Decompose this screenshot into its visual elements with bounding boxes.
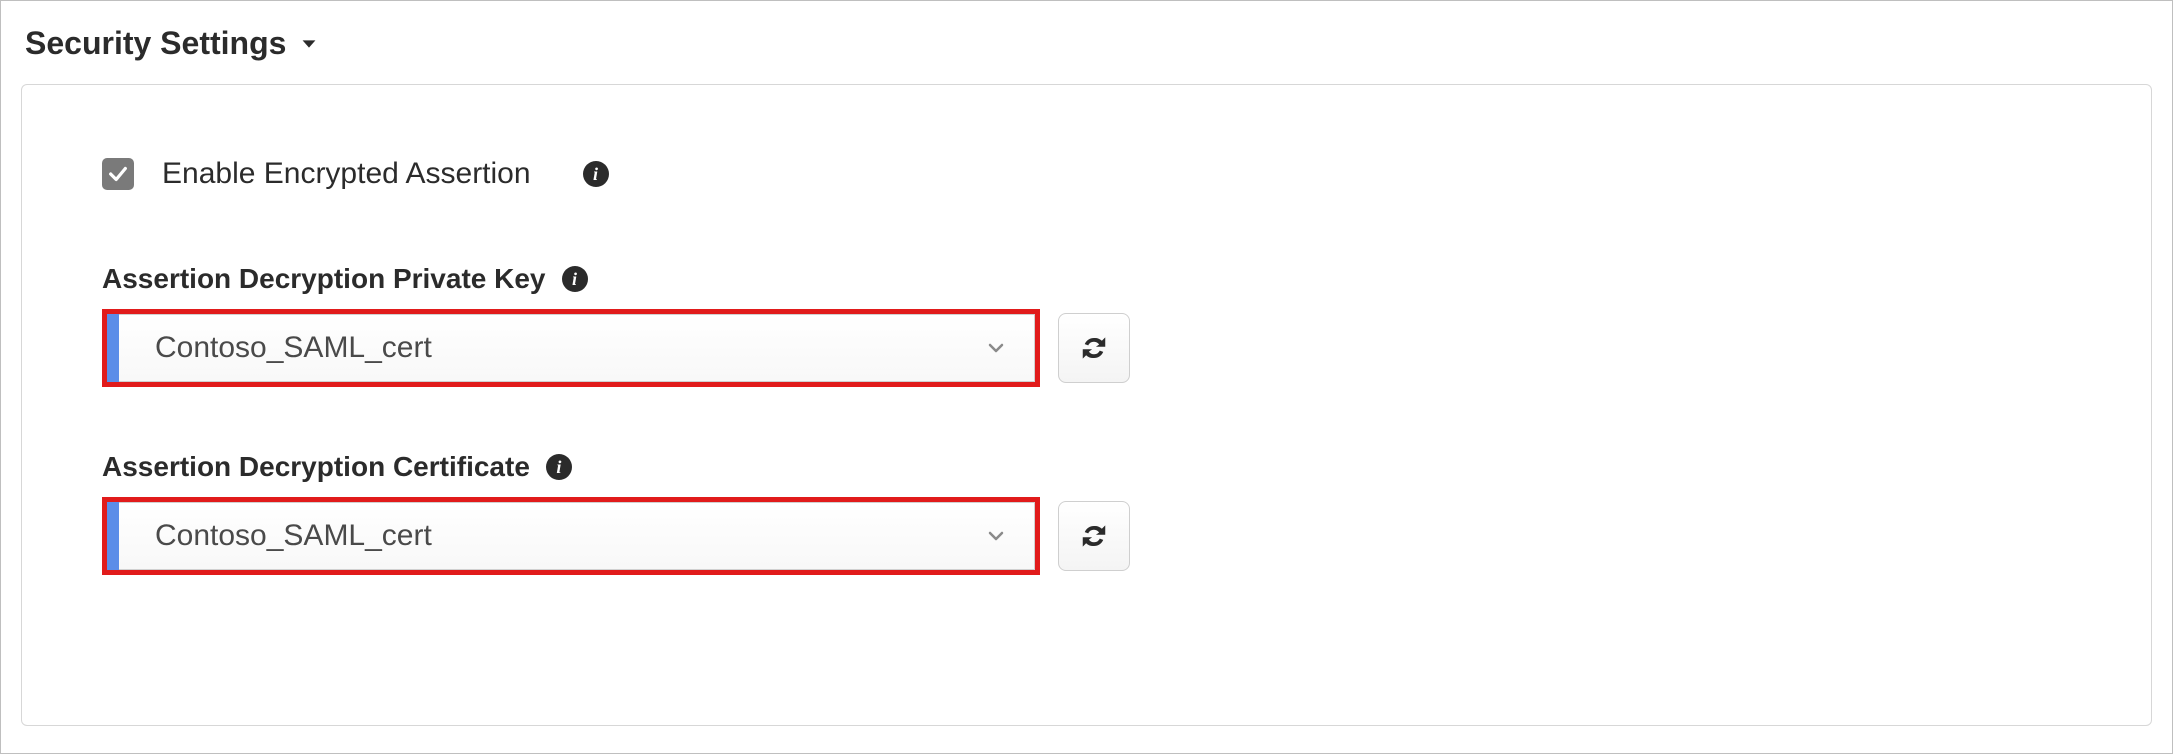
- select-inner: Contoso_SAML_cert: [119, 314, 1035, 382]
- assertion-private-key-field: Assertion Decryption Private Key i Conto…: [102, 263, 2151, 387]
- caret-down-icon: [298, 33, 320, 55]
- assertion-private-key-value: Contoso_SAML_cert: [155, 331, 432, 365]
- info-icon[interactable]: i: [546, 454, 572, 480]
- select-accent-bar: [107, 314, 119, 382]
- select-inner: Contoso_SAML_cert: [119, 502, 1035, 570]
- info-icon[interactable]: i: [562, 266, 588, 292]
- assertion-certificate-select[interactable]: Contoso_SAML_cert: [102, 497, 1040, 575]
- security-settings-panel: Enable Encrypted Assertion i Assertion D…: [21, 84, 2152, 726]
- security-settings-page: Security Settings Enable Encrypted Asser…: [0, 0, 2173, 754]
- enable-encrypted-assertion-info[interactable]: i: [583, 161, 609, 187]
- assertion-certificate-refresh-button[interactable]: [1058, 501, 1130, 571]
- assertion-certificate-value: Contoso_SAML_cert: [155, 519, 432, 553]
- assertion-certificate-field: Assertion Decryption Certificate i Conto…: [102, 451, 2151, 575]
- chevron-down-icon: [984, 336, 1008, 360]
- section-header[interactable]: Security Settings: [1, 1, 2172, 62]
- enable-encrypted-assertion-label: Enable Encrypted Assertion: [162, 157, 531, 191]
- section-title: Security Settings: [25, 25, 286, 62]
- assertion-private-key-select[interactable]: Contoso_SAML_cert: [102, 309, 1040, 387]
- assertion-private-key-refresh-button[interactable]: [1058, 313, 1130, 383]
- assertion-private-key-label-row: Assertion Decryption Private Key i: [102, 263, 2151, 295]
- assertion-certificate-label: Assertion Decryption Certificate: [102, 451, 530, 483]
- assertion-certificate-label-row: Assertion Decryption Certificate i: [102, 451, 2151, 483]
- assertion-private-key-input-row: Contoso_SAML_cert: [102, 309, 2151, 387]
- info-icon: i: [583, 161, 609, 187]
- chevron-down-icon: [984, 524, 1008, 548]
- select-accent-bar: [107, 502, 119, 570]
- assertion-certificate-input-row: Contoso_SAML_cert: [102, 497, 2151, 575]
- assertion-private-key-label: Assertion Decryption Private Key: [102, 263, 546, 295]
- enable-encrypted-assertion-row: Enable Encrypted Assertion i: [102, 157, 2151, 191]
- enable-encrypted-assertion-checkbox[interactable]: [102, 158, 134, 190]
